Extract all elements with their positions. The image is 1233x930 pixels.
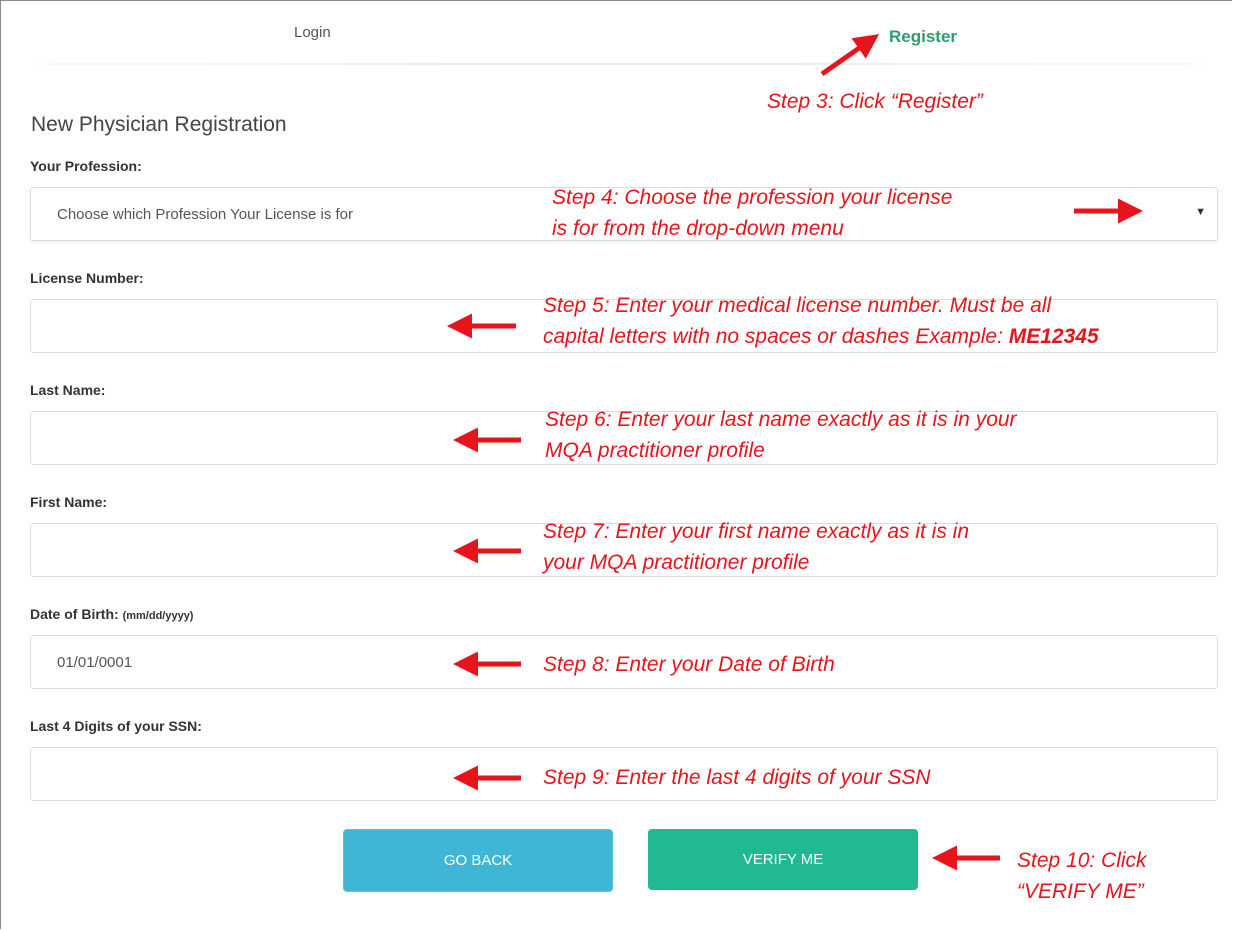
step4-note-line2: is for from the drop-down menu	[552, 217, 844, 240]
step9-note: Step 9: Enter the last 4 digits of your …	[543, 766, 931, 789]
step7-note-line1: Step 7: Enter your first name exactly as…	[543, 520, 970, 543]
step6-note-line1: Step 6: Enter your last name exactly as …	[545, 408, 1017, 431]
step7-note-line2: your MQA practitioner profile	[543, 551, 810, 574]
step4-note-line1: Step 4: Choose the profession your licen…	[552, 186, 953, 209]
step5-note-line2: capital letters with no spaces or dashes…	[543, 321, 1099, 352]
step5-note-line1: Step 5: Enter your medical license numbe…	[543, 294, 1052, 317]
step8-note: Step 8: Enter your Date of Birth	[543, 653, 835, 676]
step3-note: Step 3: Click “Register”	[767, 90, 983, 113]
red-arrow-icon	[820, 34, 880, 77]
step5-note-line2-text: capital letters with no spaces or dashes…	[543, 325, 1009, 348]
step6-note: Step 6: Enter your last name exactly as …	[545, 404, 1017, 466]
step10-note-line1: Step 10: Click	[1017, 849, 1147, 872]
step5-note: Step 5: Enter your medical license numbe…	[543, 290, 1099, 352]
step4-note: Step 4: Choose the profession your licen…	[552, 182, 952, 244]
step5-example: ME12345	[1008, 325, 1099, 348]
step10-note: Step 10: Click “VERIFY ME”	[1017, 845, 1147, 907]
step7-note: Step 7: Enter your first name exactly as…	[543, 516, 969, 578]
step6-note-line2: MQA practitioner profile	[545, 439, 765, 462]
step10-note-line2: “VERIFY ME”	[1017, 880, 1144, 903]
